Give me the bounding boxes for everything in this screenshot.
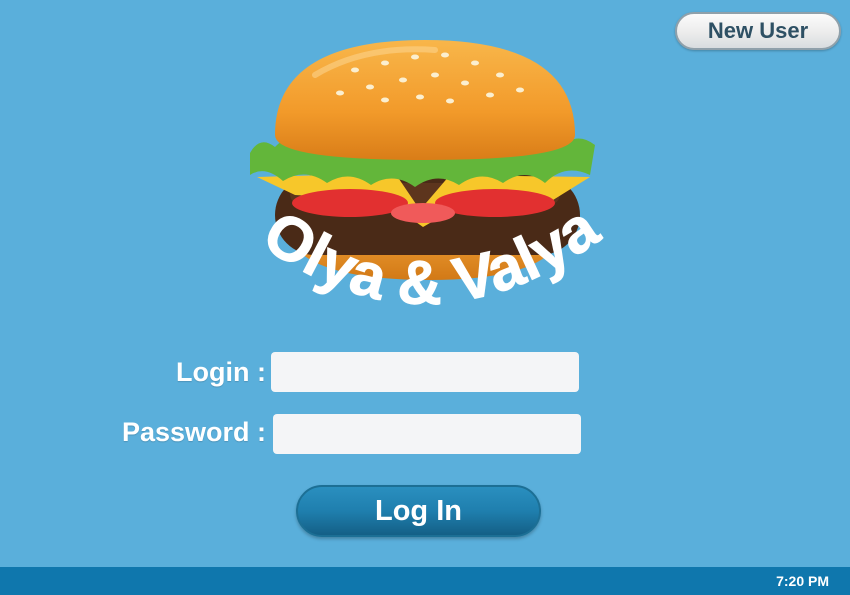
new-user-button[interactable]: New User [675, 12, 841, 50]
taskbar: 7:20 PM [0, 567, 850, 595]
password-input[interactable] [273, 414, 581, 454]
top-bun [275, 40, 575, 160]
password-label: Password : [121, 417, 266, 447]
burger-logo: Olya & Valya [250, 40, 605, 319]
taskbar-clock: 7:20 PM [776, 573, 829, 589]
login-label: Login : [176, 357, 266, 387]
login-input[interactable] [271, 352, 579, 392]
log-in-button[interactable]: Log In [296, 485, 541, 537]
